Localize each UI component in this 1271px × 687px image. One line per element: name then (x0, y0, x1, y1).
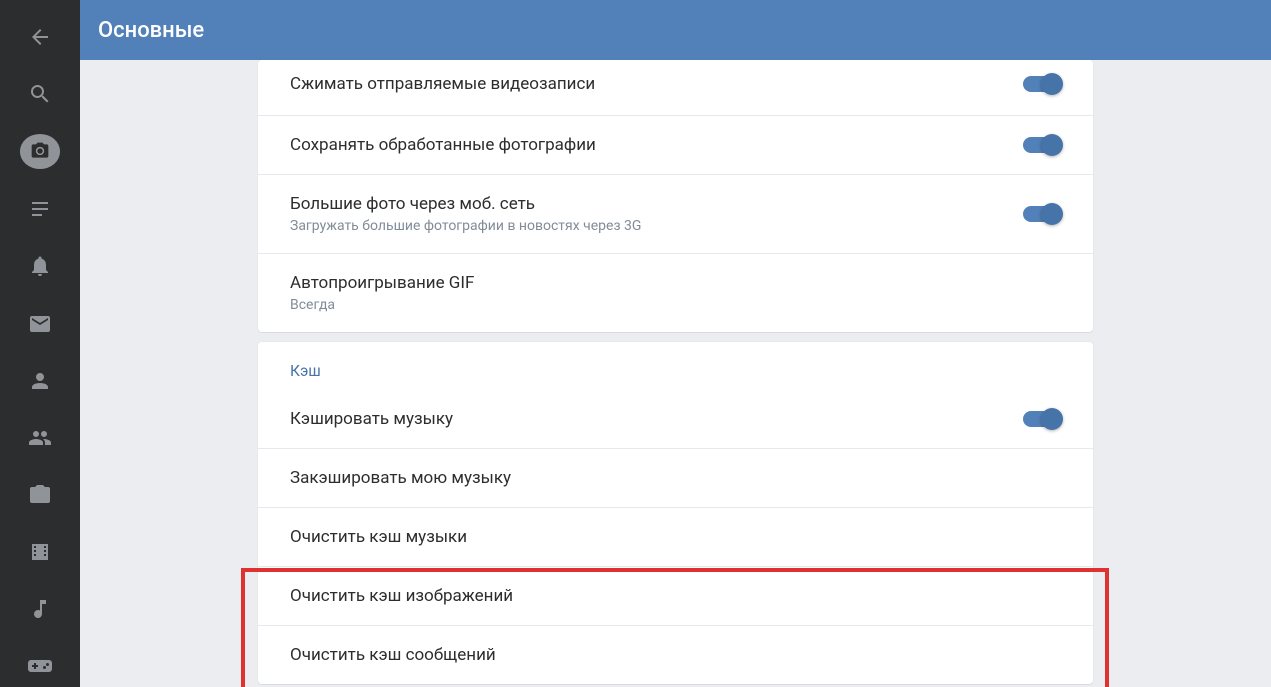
sidebar (0, 0, 80, 687)
setting-row-cache-music[interactable]: Кэшировать музыку (258, 390, 1093, 449)
setting-title: Очистить кэш изображений (290, 585, 1061, 607)
main: Основные Сжимать отправляемые видеозапис… (80, 0, 1271, 687)
setting-row-save-photos[interactable]: Сохранять обработанные фотографии (258, 116, 1093, 175)
music-icon[interactable] (16, 589, 64, 630)
setting-title: Кэшировать музыку (290, 408, 1023, 430)
setting-title: Очистить кэш музыки (290, 526, 1061, 548)
header: Основные (80, 0, 1271, 60)
toggle-cache-music[interactable] (1023, 411, 1061, 427)
search-icon[interactable] (16, 73, 64, 114)
setting-title: Большие фото через моб. сеть (290, 193, 1023, 215)
section-header-cache: Кэш (258, 342, 1093, 390)
toggle-big-photos[interactable] (1023, 206, 1061, 222)
setting-row-clear-music-cache[interactable]: Очистить кэш музыки (258, 508, 1093, 567)
settings-group-cache: Кэш Кэшировать музыку Закэшировать мою м… (258, 342, 1093, 684)
avatar-camera-icon[interactable] (20, 134, 60, 168)
setting-row-cache-my-music[interactable]: Закэшировать мою музыку (258, 449, 1093, 508)
setting-subtitle: Всегда (290, 296, 1061, 314)
games-icon[interactable] (16, 646, 64, 687)
news-icon[interactable] (16, 189, 64, 230)
groups-icon[interactable] (16, 417, 64, 458)
back-icon[interactable] (16, 16, 64, 57)
content: Сжимать отправляемые видеозаписи Сохраня… (80, 60, 1271, 687)
profile-icon[interactable] (16, 360, 64, 401)
setting-title: Сжимать отправляемые видеозаписи (290, 73, 1023, 95)
page-title: Основные (98, 18, 204, 43)
setting-title: Закэшировать мою музыку (290, 467, 1061, 489)
setting-title: Очистить кэш сообщений (290, 644, 1061, 666)
setting-row-clear-image-cache[interactable]: Очистить кэш изображений (258, 567, 1093, 626)
setting-title: Сохранять обработанные фотографии (290, 134, 1023, 156)
photos-icon[interactable] (16, 474, 64, 515)
setting-row-clear-message-cache[interactable]: Очистить кэш сообщений (258, 626, 1093, 684)
toggle-compress-video[interactable] (1023, 76, 1061, 92)
mail-icon[interactable] (16, 303, 64, 344)
setting-subtitle: Загружать большие фотографии в новостях … (290, 217, 1023, 235)
setting-title: Автопроигрывание GIF (290, 272, 1061, 294)
toggle-save-photos[interactable] (1023, 137, 1061, 153)
settings-group-media: Сжимать отправляемые видеозаписи Сохраня… (258, 60, 1093, 332)
notifications-icon[interactable] (16, 246, 64, 287)
videos-icon[interactable] (16, 532, 64, 573)
setting-row-big-photos-mobile[interactable]: Большие фото через моб. сеть Загружать б… (258, 175, 1093, 254)
setting-row-gif-autoplay[interactable]: Автопроигрывание GIF Всегда (258, 254, 1093, 332)
setting-row-compress-video[interactable]: Сжимать отправляемые видеозаписи (258, 60, 1093, 116)
